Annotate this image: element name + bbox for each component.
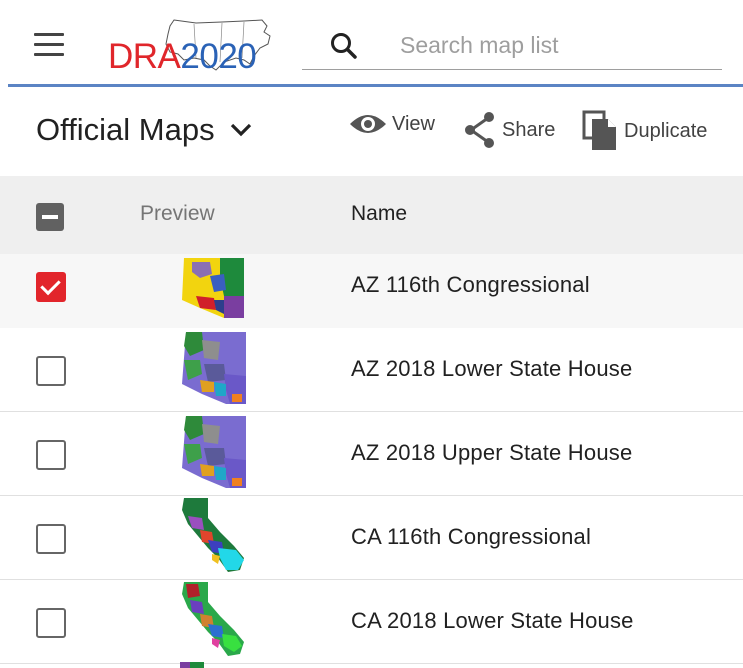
row-checkbox[interactable] (36, 356, 66, 386)
app-logo[interactable]: DRA2020 (104, 14, 284, 76)
table-row[interactable]: CA 116th Congressional (0, 496, 743, 580)
duplicate-icon (582, 110, 616, 150)
map-preview-thumbnail (182, 582, 244, 656)
row-checkbox[interactable] (36, 608, 66, 638)
row-checkbox[interactable] (36, 272, 66, 302)
map-list-toolbar: Official Maps View Share Duplicate (0, 88, 743, 176)
table-row[interactable]: AZ 116th Congressional (0, 254, 743, 338)
row-checkbox[interactable] (36, 524, 66, 554)
table-row[interactable]: AZ 2018 Lower State House (0, 328, 743, 412)
row-checkbox[interactable] (36, 440, 66, 470)
share-icon (465, 112, 494, 148)
search-icon[interactable] (328, 30, 360, 62)
map-preview-thumbnail-partial (180, 662, 204, 668)
eye-icon (350, 115, 386, 133)
map-preview-thumbnail (182, 498, 244, 572)
share-button[interactable]: Share (462, 110, 555, 150)
map-name: AZ 116th Congressional (351, 272, 590, 297)
select-all-checkbox[interactable] (36, 203, 64, 231)
view-label: View (392, 112, 435, 135)
logo-prefix: DRA (108, 37, 181, 76)
header-divider (8, 84, 743, 87)
map-preview-thumbnail (182, 332, 246, 404)
map-preview-thumbnail (182, 416, 246, 488)
map-preview-thumbnail (182, 258, 244, 318)
map-name: CA 2018 Lower State House (351, 608, 634, 633)
share-label: Share (502, 118, 556, 141)
column-header-name[interactable]: Name (351, 202, 407, 226)
logo-text: DRA2020 (108, 37, 257, 77)
column-header-preview: Preview (140, 202, 215, 225)
duplicate-label: Duplicate (624, 119, 708, 142)
search-input[interactable] (302, 22, 722, 70)
app-header: DRA2020 (0, 0, 743, 86)
table-header: Preview Name (0, 176, 743, 254)
map-list-selector[interactable]: Official Maps (36, 112, 253, 148)
table-row[interactable]: CA 2018 Lower State House (0, 580, 743, 664)
duplicate-button[interactable]: Duplicate (582, 110, 707, 152)
map-list-title: Official Maps (36, 112, 215, 147)
map-name: AZ 2018 Upper State House (351, 440, 633, 465)
map-name: AZ 2018 Lower State House (351, 356, 633, 381)
table-row[interactable]: AZ 2018 Upper State House (0, 412, 743, 496)
hamburger-menu-icon[interactable] (34, 33, 64, 57)
map-name: CA 116th Congressional (351, 524, 592, 549)
chevron-down-icon (230, 123, 251, 137)
logo-year: 2020 (180, 37, 257, 76)
view-button[interactable]: View (348, 110, 435, 138)
